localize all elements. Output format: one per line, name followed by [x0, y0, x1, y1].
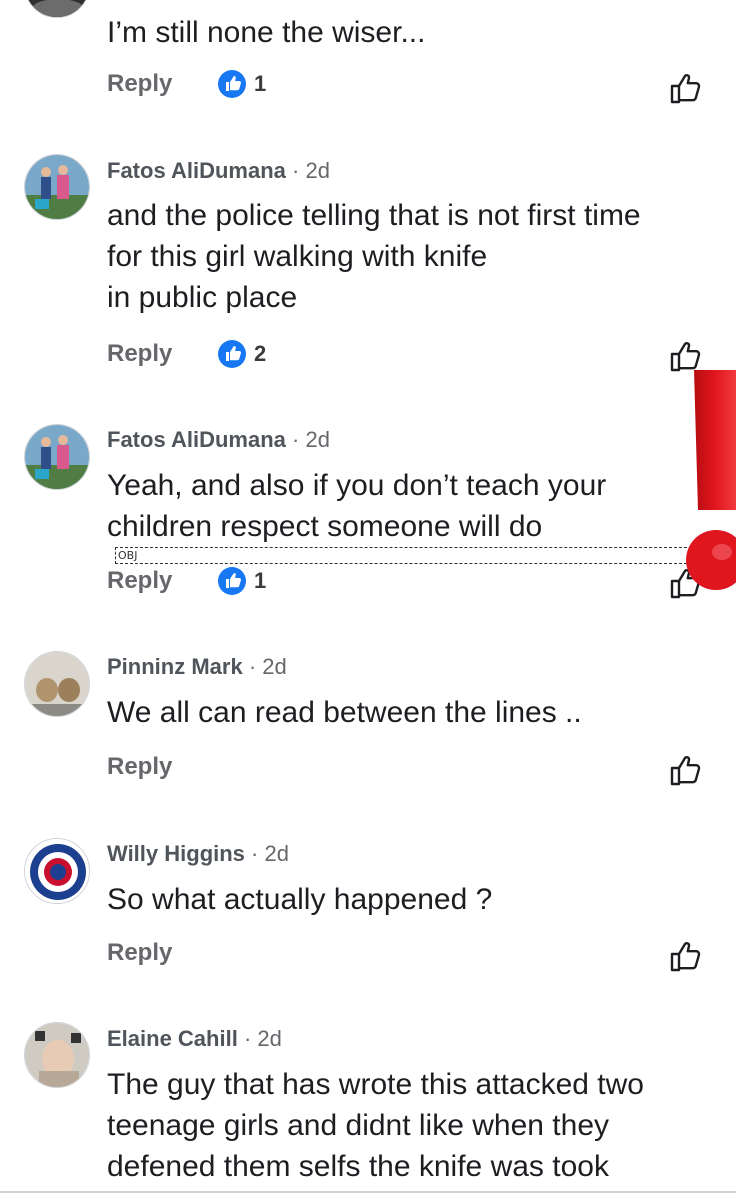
- comment-author-line: Elaine Cahill · 2d: [107, 1026, 282, 1052]
- bottom-divider: [0, 1191, 736, 1193]
- thumbs-up-outline-icon[interactable]: [668, 70, 704, 106]
- comment-text: I’m still none the wiser...: [107, 12, 707, 53]
- thumbs-up-outline-icon[interactable]: [668, 752, 704, 788]
- comment-text-fragment: children respect someone will do: [107, 510, 543, 543]
- comment-text: and the police telling that is not first…: [107, 195, 707, 318]
- comment-text: We all can read between the lines ..: [107, 692, 707, 733]
- thumbs-up-outline-icon[interactable]: [668, 938, 704, 974]
- comment-text-line: teenage girls and didnt like when they: [107, 1109, 610, 1142]
- thumbs-up-badge-icon: [218, 70, 246, 98]
- comment-text-line: children respect someone will do OBJ: [107, 506, 707, 564]
- comment-actions: Reply: [107, 750, 707, 784]
- comment-author-line: Willy Higgins · 2d: [107, 841, 289, 867]
- comment-text-line: for this girl walking with knife: [107, 240, 488, 273]
- comment-actions: Reply 1: [107, 67, 707, 101]
- avatar[interactable]: [24, 0, 90, 18]
- comments-page: I’m still none the wiser... Reply 1 Fato…: [0, 0, 736, 1200]
- like-count: 1: [254, 71, 267, 96]
- comment-text-line: in public place: [107, 281, 298, 314]
- avatar[interactable]: [24, 1022, 90, 1088]
- comment-text: The guy that has wrote this attacked two…: [107, 1064, 707, 1187]
- thumbs-up-badge-icon: [218, 567, 246, 595]
- object-replacement-glyph: OBJ: [115, 547, 707, 564]
- comment-author-line: Fatos AliDumana · 2d: [107, 158, 330, 184]
- comment-text-line: defened them selfs the knife was took: [107, 1150, 609, 1183]
- reply-button[interactable]: Reply: [107, 67, 172, 101]
- avatar[interactable]: [24, 424, 90, 490]
- comment-text: Yeah, and also if you don’t teach your c…: [107, 465, 707, 564]
- comment-time[interactable]: · 2d: [244, 1026, 282, 1051]
- comment-time[interactable]: · 2d: [249, 654, 287, 679]
- like-count: 2: [254, 341, 267, 366]
- reply-button[interactable]: Reply: [107, 936, 172, 970]
- comment-text: So what actually happened ?: [107, 879, 707, 920]
- comment-text-line: Yeah, and also if you don’t teach your: [107, 469, 607, 502]
- author-name[interactable]: Fatos AliDumana: [107, 158, 286, 183]
- author-name[interactable]: Fatos AliDumana: [107, 427, 286, 452]
- avatar[interactable]: [24, 651, 90, 717]
- comment-time[interactable]: · 2d: [292, 158, 330, 183]
- avatar[interactable]: [24, 154, 90, 220]
- thumbs-up-outline-icon[interactable]: [668, 565, 704, 601]
- comment-actions: Reply: [107, 936, 707, 970]
- reaction-summary[interactable]: 2: [217, 339, 266, 369]
- author-name[interactable]: Pinninz Mark: [107, 654, 243, 679]
- like-count: 1: [254, 568, 267, 593]
- reply-button[interactable]: Reply: [107, 564, 172, 598]
- comment-text-line: I’m still none the wiser...: [107, 16, 426, 49]
- thumbs-up-badge-icon: [218, 340, 246, 368]
- reaction-summary[interactable]: 1: [217, 566, 266, 596]
- comment-text-line: So what actually happened ?: [107, 883, 493, 916]
- comment-author-line: Fatos AliDumana · 2d: [107, 427, 330, 453]
- comment-author-line: Pinninz Mark · 2d: [107, 654, 287, 680]
- reaction-summary[interactable]: 1: [217, 69, 266, 99]
- author-name[interactable]: Elaine Cahill: [107, 1026, 238, 1051]
- author-name[interactable]: Willy Higgins: [107, 841, 245, 866]
- comment-time[interactable]: · 2d: [292, 427, 330, 452]
- comment-text-line: and the police telling that is not first…: [107, 199, 641, 232]
- thumbs-up-outline-icon[interactable]: [668, 338, 704, 374]
- comment-time[interactable]: · 2d: [251, 841, 289, 866]
- comment-text-line: We all can read between the lines ..: [107, 696, 582, 729]
- avatar[interactable]: [24, 838, 90, 904]
- comment-text-line: The guy that has wrote this attacked two: [107, 1068, 644, 1101]
- comment-actions: Reply 1: [107, 564, 707, 598]
- comment-actions: Reply 2: [107, 337, 707, 371]
- reply-button[interactable]: Reply: [107, 337, 172, 371]
- reply-button[interactable]: Reply: [107, 750, 172, 784]
